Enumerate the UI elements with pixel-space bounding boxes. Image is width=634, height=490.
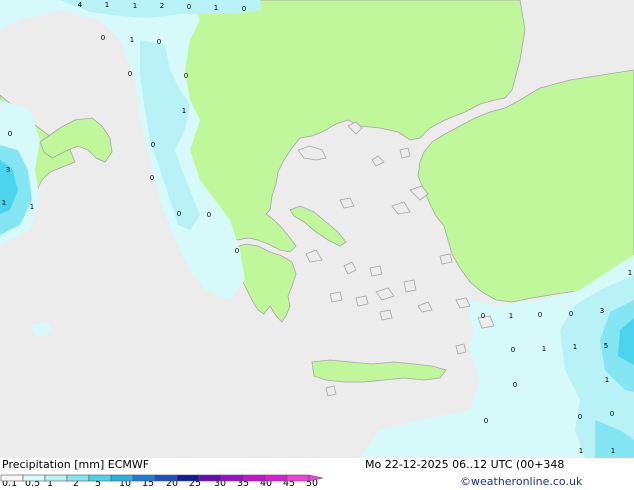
precip-value-label: 0 <box>101 34 105 42</box>
precip-value-label: 0 <box>187 3 191 11</box>
precip-value-label: 1 <box>628 269 632 277</box>
precip-value-label: 0 <box>484 417 488 425</box>
precip-value-label: 0 <box>242 5 246 13</box>
legend-swatch <box>176 474 200 482</box>
precip-value-label: 0 <box>481 312 485 320</box>
precip-value-label: 0 <box>8 130 12 138</box>
precip-value-label: 1 <box>509 312 513 320</box>
precip-value-label: 0 <box>610 410 614 418</box>
precip-value-label: 2 <box>160 2 164 10</box>
precip-value-label: 0 <box>151 141 155 149</box>
precip-value-label: 1 <box>573 343 577 351</box>
legend-swatch <box>110 474 134 482</box>
precip-value-label: 1 <box>542 345 546 353</box>
map-view: 411201001000100301100010100301151000011 … <box>0 0 634 490</box>
precip-value-label: 1 <box>605 376 609 384</box>
precip-value-label: 0 <box>184 72 188 80</box>
precip-value-label: 0 <box>511 346 515 354</box>
precip-value-label: 0 <box>157 38 161 46</box>
precip-value-label: 0 <box>578 413 582 421</box>
legend-swatch <box>220 474 244 482</box>
precip-value-label: 1 <box>611 447 615 455</box>
legend-swatch <box>0 474 24 482</box>
precip-value-label: 3 <box>6 166 10 174</box>
precip-value-label: 1 <box>579 447 583 455</box>
precip-value-label: 0 <box>207 211 211 219</box>
precip-value-label: 0 <box>569 310 573 318</box>
legend-swatch <box>264 474 288 482</box>
precip-value-label: 0 <box>538 311 542 319</box>
legend-swatch <box>154 474 178 482</box>
precipitation-map: 4 1 1 2 0 1 0 0 1 0 0 0 1 0 0 3 0 1 1 0 0 0 1 0 1 0 0 3 0 1 1 5 1 0 0 0 0 1 1 <box>0 0 634 458</box>
legend-swatch <box>132 474 156 482</box>
precip-value-label: 0 <box>235 247 239 255</box>
precip-value-label: 3 <box>600 307 604 315</box>
precip-value-label: 1 <box>30 203 34 211</box>
legend-swatch <box>242 474 266 482</box>
precip-value-label: 4 <box>78 1 83 9</box>
precip-value-label: 0 <box>150 174 154 182</box>
forecast-datetime: Mo 22-12-2025 06..12 UTC (00+348 <box>365 458 565 471</box>
precip-value-label: 5 <box>604 342 608 350</box>
precip-value-label: 0 <box>513 381 517 389</box>
legend-swatch <box>22 474 46 482</box>
legend-swatch <box>88 474 112 482</box>
precip-color-legend <box>0 474 324 482</box>
precip-value-label: 1 <box>105 1 109 9</box>
legend-swatch <box>44 474 68 482</box>
precip-value-label: 1 <box>130 36 134 44</box>
legend-swatch <box>198 474 222 482</box>
precip-value-label: 0 <box>128 70 132 78</box>
legend-swatch <box>66 474 90 482</box>
precip-value-label: 1 <box>133 2 137 10</box>
site-credit[interactable]: ©weatheronline.co.uk <box>460 475 582 488</box>
legend-overflow-arrow <box>308 474 324 482</box>
legend-swatch <box>286 474 310 482</box>
precip-value-label: 0 <box>177 210 181 218</box>
precip-value-label: 1 <box>214 4 218 12</box>
map-title: Precipitation [mm] ECMWF <box>2 458 150 471</box>
precip-value-label: 1 <box>2 199 6 207</box>
precip-value-label: 1 <box>182 107 186 115</box>
